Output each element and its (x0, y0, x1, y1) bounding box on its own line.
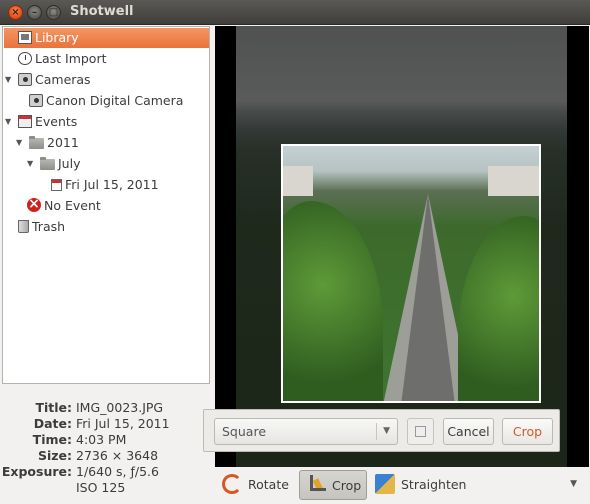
expander-events-icon[interactable]: ▼ (5, 112, 15, 132)
meta-key: Title: (35, 400, 72, 415)
clock-icon (18, 52, 32, 65)
road-center-shape (401, 194, 455, 401)
sidebar-item-label: Fri Jul 15, 2011 (65, 177, 159, 192)
meta-value: 1/640 s, ƒ/5.6 (76, 464, 159, 479)
building-shape (283, 166, 313, 196)
straighten-icon (375, 474, 395, 494)
meta-value: 2736 × 3648 (76, 448, 159, 463)
meta-row-size: Size: 2736 × 3648 (0, 447, 212, 464)
rotate-button[interactable]: Rotate (222, 470, 289, 500)
sidebar-item-label: 2011 (47, 135, 79, 150)
meta-value: IMG_0023.JPG (76, 400, 164, 415)
sidebar-item-last-import[interactable]: Last Import (18, 49, 107, 69)
aspect-ratio-select[interactable]: Square ▼ (214, 418, 398, 445)
sidebar-item-label: Library (35, 30, 79, 45)
sidebar-item-label: No Event (44, 198, 101, 213)
maximize-icon[interactable]: □ (46, 5, 61, 20)
library-icon (18, 31, 32, 44)
editing-toolbar: Rotate Crop Straighten ▼ (215, 467, 589, 504)
folder-icon (40, 157, 55, 170)
sidebar-item-event-date[interactable]: Fri Jul 15, 2011 (51, 175, 159, 195)
expander-2011-icon[interactable]: ▼ (16, 133, 26, 153)
sidebar: Library Last Import ▼ Cameras Canon Digi… (2, 26, 210, 384)
sidebar-item-events[interactable]: Events (18, 112, 77, 132)
crop-toolbar: Square ▼ Cancel Crop (203, 409, 560, 452)
calendar-icon (51, 179, 62, 191)
meta-value: ISO 125 (76, 480, 126, 495)
sidebar-item-canon-camera[interactable]: Canon Digital Camera (29, 91, 183, 111)
meta-row-date: Date: Fri Jul 15, 2011 (0, 415, 212, 432)
minimize-icon[interactable]: – (27, 5, 42, 20)
sidebar-item-label: Last Import (35, 51, 107, 66)
camera-icon (18, 73, 32, 86)
meta-row-iso: ISO 125 (0, 479, 212, 496)
sidebar-item-label: Canon Digital Camera (46, 93, 184, 108)
sidebar-item-no-event[interactable]: No Event (27, 194, 101, 216)
straighten-button[interactable]: Straighten (375, 470, 466, 500)
crop-icon (306, 475, 326, 495)
meta-row-exposure: Exposure: 1/640 s, ƒ/5.6 (0, 463, 212, 480)
meta-row-time: Time: 4:03 PM (0, 431, 212, 448)
crop-tool-button[interactable]: Crop (299, 470, 367, 500)
sidebar-item-label: Trash (32, 219, 66, 234)
expander-cameras-icon[interactable]: ▼ (5, 70, 15, 90)
crop-rectangle[interactable] (281, 144, 541, 403)
window-title: Shotwell (70, 4, 134, 19)
sidebar-item-trash[interactable]: Trash (18, 217, 65, 237)
camera-icon (29, 94, 43, 107)
events-icon (18, 115, 32, 128)
meta-row-title: Title: IMG_0023.JPG (0, 399, 212, 416)
meta-key: Time: (32, 432, 72, 447)
rotate-label: Rotate (248, 477, 289, 492)
aspect-ratio-value: Square (222, 424, 267, 439)
photo-image (236, 26, 567, 467)
chevron-down-icon[interactable]: ▼ (570, 479, 577, 489)
no-event-icon (27, 194, 41, 214)
building-shape (488, 166, 539, 196)
photo-viewer[interactable] (215, 26, 589, 467)
sidebar-item-2011[interactable]: 2011 (29, 133, 79, 153)
meta-value: Fri Jul 15, 2011 (76, 416, 170, 431)
chevron-down-icon: ▼ (383, 426, 390, 436)
trees-left-shape (283, 201, 383, 401)
rotate-icon (222, 474, 242, 494)
meta-value: 4:03 PM (76, 432, 127, 447)
straighten-label: Straighten (401, 477, 467, 492)
expander-july-icon[interactable]: ▼ (27, 154, 37, 174)
sidebar-item-label: Cameras (35, 72, 91, 87)
sidebar-item-label: July (58, 156, 81, 171)
cancel-button[interactable]: Cancel (443, 418, 494, 445)
sidebar-item-july[interactable]: July (40, 154, 80, 174)
sidebar-item-cameras[interactable]: Cameras (18, 70, 91, 90)
meta-key: Exposure: (1, 464, 72, 479)
title-bar: × – □ Shotwell (0, 0, 590, 25)
pivot-reticle-button[interactable] (407, 418, 434, 445)
sidebar-item-label: Events (35, 114, 78, 129)
close-icon[interactable]: × (8, 5, 23, 20)
meta-key: Date: (33, 416, 72, 431)
crop-label: Crop (332, 478, 362, 493)
sidebar-item-library[interactable]: Library (4, 28, 209, 48)
crop-apply-button[interactable]: Crop (502, 418, 553, 445)
meta-key: Size: (37, 448, 72, 463)
trash-icon (18, 220, 29, 233)
folder-icon (29, 136, 44, 149)
metadata-pane: Title: IMG_0023.JPG Date: Fri Jul 15, 20… (0, 386, 212, 504)
